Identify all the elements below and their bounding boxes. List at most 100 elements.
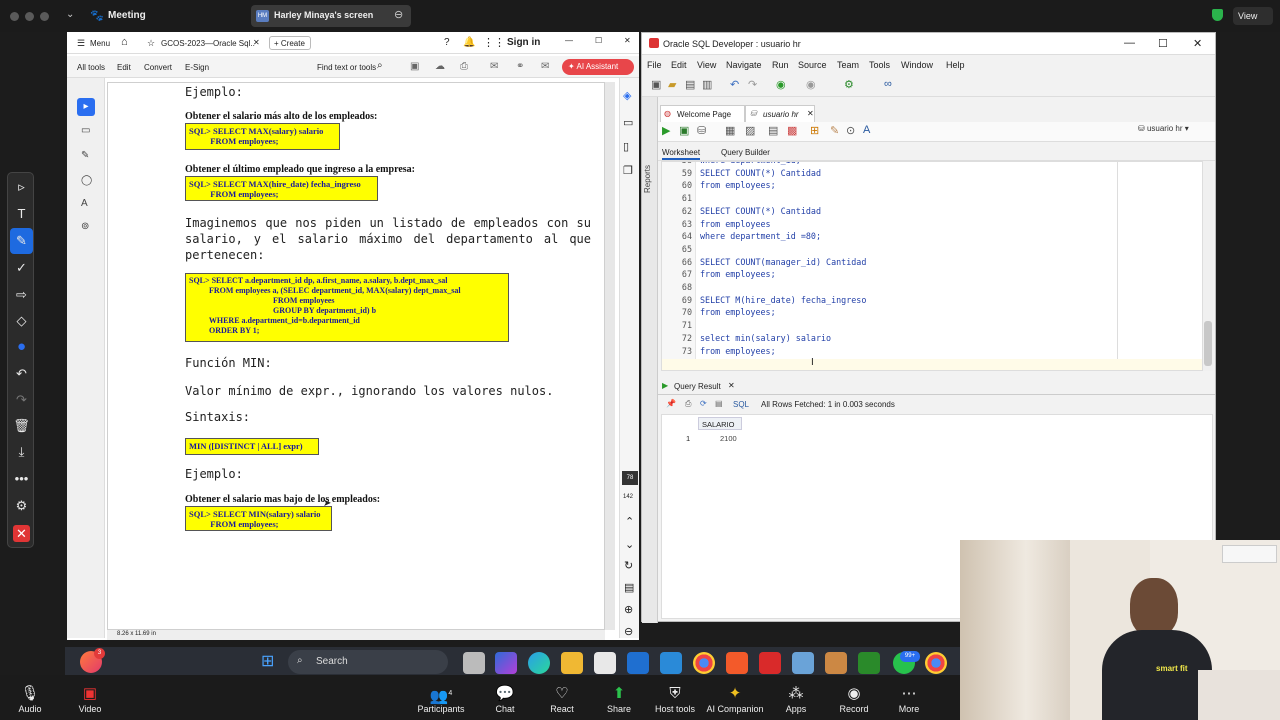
stamp-check-icon[interactable]: ✓ (8, 255, 35, 281)
run-statement-icon[interactable]: ▶ (662, 124, 670, 137)
snipping-icon[interactable] (825, 652, 847, 674)
maximize-icon[interactable]: ☐ (595, 36, 602, 45)
link-icon[interactable]: ⚭ (516, 61, 524, 72)
zoom-in-icon[interactable]: ⊕ (624, 603, 633, 616)
outlook-icon[interactable] (627, 652, 649, 674)
menu-tools[interactable]: Tools (869, 60, 890, 70)
fit-page-icon[interactable]: ▤ (624, 581, 634, 594)
print-icon[interactable]: ⎙ (460, 61, 468, 72)
lasso-tool-icon[interactable]: ◯ (81, 175, 92, 186)
menu-run[interactable]: Run (772, 60, 789, 70)
forward-icon[interactable]: ◉ (806, 78, 816, 91)
menu-esign[interactable]: E-Sign (185, 63, 209, 72)
select-tool-icon[interactable]: ▹ (8, 174, 35, 200)
clear-icon[interactable]: ▨ (745, 124, 755, 137)
view-button[interactable]: View (1233, 7, 1273, 25)
task-view-icon[interactable] (463, 652, 485, 674)
maximize-icon[interactable]: ☐ (1158, 37, 1168, 50)
teams-icon[interactable] (660, 652, 682, 674)
text-tool-icon[interactable]: T (8, 201, 35, 227)
audio-button[interactable]: 🎙 Audio (0, 684, 60, 714)
format-icon[interactable]: ⊞ (810, 124, 819, 137)
share-pill[interactable]: HM Harley Minaya's screen ⊖ (251, 5, 411, 27)
col-header-salario[interactable]: SALARIO (698, 417, 742, 430)
upload-icon[interactable]: ☁ (435, 61, 445, 72)
save-icon[interactable]: ▤ (685, 78, 695, 91)
page-up-icon[interactable]: ⌃ (625, 515, 634, 528)
star-icon[interactable]: ☆ (147, 38, 155, 49)
autotrace-icon[interactable]: ▩ (787, 124, 797, 137)
subtab-query-builder[interactable]: Query Builder (721, 148, 770, 157)
save-all-icon[interactable]: ▥ (702, 78, 712, 91)
eraser-icon[interactable]: ◇ (8, 308, 35, 334)
print-icon[interactable]: ⎙ (685, 399, 691, 409)
shield-icon[interactable] (1212, 9, 1223, 21)
editor-scroll-thumb[interactable] (1204, 321, 1212, 366)
back-icon[interactable]: ◉ (776, 78, 786, 91)
copilot-icon[interactable] (495, 652, 517, 674)
tab-usuario-hr[interactable]: ⛁ usuario hr ✕ (745, 105, 815, 122)
close-tab-icon[interactable]: ✕ (253, 38, 260, 47)
menu-view[interactable]: View (697, 60, 716, 70)
sqldev-taskbar-icon[interactable] (858, 652, 880, 674)
ai-assistant-button[interactable]: ✦ AI Assistant (562, 59, 634, 75)
edge-icon[interactable] (528, 652, 550, 674)
taskbar-search[interactable]: ⌕ Search (288, 650, 448, 674)
menu-file[interactable]: File (647, 60, 662, 70)
settings-icon[interactable]: ⚙ (8, 493, 35, 519)
participant-video[interactable]: smart fit (960, 540, 1280, 720)
minimize-icon[interactable]: — (565, 36, 573, 45)
menu-help[interactable]: Help (946, 60, 965, 70)
undo-icon[interactable]: ↶ (730, 78, 739, 91)
share-button[interactable]: ⬆ Share (589, 684, 649, 714)
video-button[interactable]: ▣ Video (60, 684, 120, 714)
pen-tool-icon[interactable]: ✎ (81, 150, 89, 161)
close-window-dot[interactable] (10, 12, 19, 21)
close-result-icon[interactable]: ✕ (728, 381, 735, 390)
minimize-icon[interactable]: — (1124, 37, 1135, 49)
clear-icon[interactable]: 🗑 (8, 413, 35, 439)
help-icon[interactable]: ? (444, 37, 450, 48)
comment-icon[interactable]: ✉ (490, 61, 498, 72)
chrome-icon[interactable] (693, 652, 715, 674)
rollback-icon[interactable]: ▦ (725, 124, 735, 137)
ai-rail-icon[interactable]: ◈ (623, 89, 631, 102)
undo-icon[interactable]: ↶ (8, 361, 35, 387)
menu-all-tools[interactable]: All tools (77, 63, 105, 72)
create-button[interactable]: + Create (269, 36, 311, 50)
pin-icon[interactable]: 📌 (666, 399, 676, 408)
eraser-icon[interactable]: ✎ (830, 124, 839, 137)
pages-rail-icon[interactable]: ❐ (623, 164, 633, 177)
menu-convert[interactable]: Convert (144, 63, 172, 72)
virtualbox-icon[interactable] (792, 652, 814, 674)
tab-welcome[interactable]: ◍ Welcome Page (660, 105, 745, 122)
sql-worksheet-icon[interactable]: ⚙ (844, 78, 854, 91)
refresh-icon[interactable]: ⟳ (700, 399, 707, 408)
save-doc-icon[interactable]: ▣ (410, 61, 419, 72)
explain-icon[interactable]: ▤ (768, 124, 778, 137)
menu-team[interactable]: Team (837, 60, 859, 70)
chat-button[interactable]: 💬 Chat (475, 684, 535, 714)
more-button[interactable]: ⋯ More (879, 684, 939, 714)
run-script-icon[interactable]: ▣ (679, 124, 689, 137)
host-tools-button[interactable]: ⛨ Host tools (645, 684, 705, 714)
connection-select[interactable]: ⛁ usuario hr ▾ (1138, 124, 1210, 139)
document-tab[interactable]: GCOS-2023—Oracle Sql.. (161, 39, 255, 48)
find-label[interactable]: Find text or tools (317, 63, 376, 72)
new-icon[interactable]: ▣ (651, 78, 661, 91)
stamp-tool-icon[interactable]: ⊚ (81, 221, 89, 232)
comments-rail-icon[interactable]: ▭ (623, 116, 633, 129)
hamburger-icon[interactable]: ☰ (77, 38, 85, 49)
subtab-worksheet[interactable]: Worksheet (662, 148, 701, 160)
sql-tuning-icon[interactable]: ⊙ (846, 124, 855, 137)
react-button[interactable]: ♡ React (532, 684, 592, 714)
open-icon[interactable]: ▰ (668, 78, 676, 91)
color-picker-icon[interactable]: ● (8, 334, 35, 360)
pdf-scrollbar[interactable] (605, 82, 615, 630)
comment-tool-icon[interactable]: ▭ (81, 125, 90, 136)
export-icon[interactable]: ▤ (715, 399, 723, 408)
menu-edit[interactable]: Edit (671, 60, 687, 70)
bookmark-rail-icon[interactable]: ▯ (623, 140, 629, 153)
pointer-tool-icon[interactable]: ▸ (77, 98, 95, 116)
redo-icon[interactable]: ↷ (748, 78, 757, 91)
